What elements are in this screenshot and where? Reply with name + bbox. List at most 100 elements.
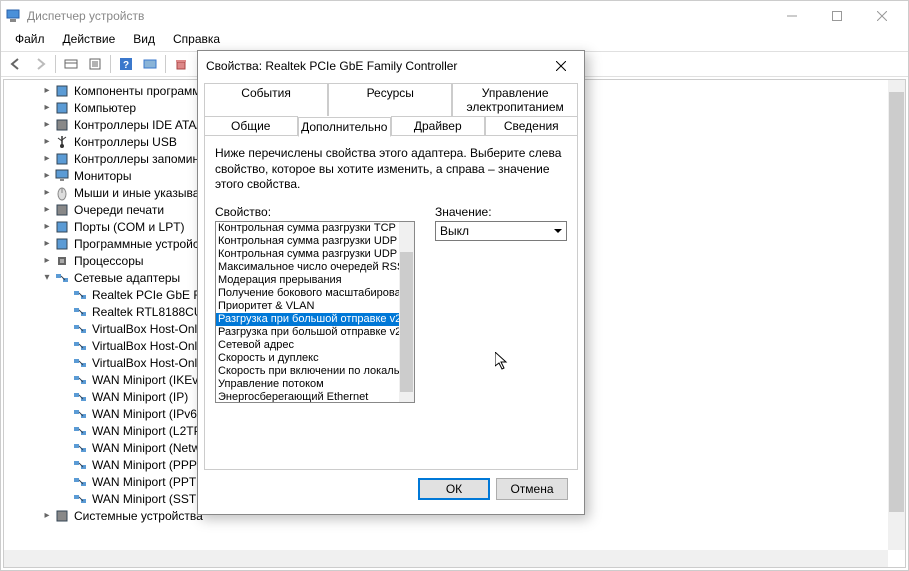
menu-help[interactable]: Справка <box>165 31 228 51</box>
monitor-icon <box>54 168 70 184</box>
chevron-icon: ▸ <box>40 170 54 181</box>
advanced-description: Ниже перечислены свойства этого адаптера… <box>215 146 567 193</box>
tab-resources[interactable]: Ресурсы <box>328 83 452 116</box>
properties-dialog: Свойства: Realtek PCIe GbE Family Contro… <box>197 50 585 515</box>
net-icon <box>72 287 88 303</box>
tree-item-label: Системные устройства <box>74 509 203 523</box>
chevron-icon: ▸ <box>40 119 54 130</box>
tab-advanced[interactable]: Дополнительно <box>298 117 392 137</box>
property-option[interactable]: Скорость при включении по локальн <box>216 365 414 378</box>
net-icon <box>72 355 88 371</box>
chevron-icon: ▸ <box>40 510 54 521</box>
dialog-tabs: События Ресурсы Управление электропитани… <box>204 83 578 136</box>
dialog-title: Свойства: Realtek PCIe GbE Family Contro… <box>206 59 546 73</box>
property-option[interactable]: Модерация прерывания <box>216 274 414 287</box>
value-combobox[interactable]: Выкл <box>435 221 567 241</box>
property-option[interactable]: Контрольная сумма разгрузки TCP <box>216 222 414 235</box>
net-icon <box>72 304 88 320</box>
usb-icon <box>54 134 70 150</box>
ok-button[interactable]: ОК <box>418 478 490 500</box>
listbox-scrollbar[interactable] <box>399 222 414 402</box>
computer-icon <box>54 100 70 116</box>
value-text: Выкл <box>440 224 469 238</box>
property-label: Свойство: <box>215 205 415 219</box>
tree-item-label: Процессоры <box>74 254 144 268</box>
tab-panel-advanced: Ниже перечислены свойства этого адаптера… <box>204 135 578 470</box>
tree-item-label: Контроллеры USB <box>74 135 177 149</box>
app-icon <box>5 8 21 24</box>
tree-item-label: WAN Miniport (IP) <box>92 390 188 404</box>
net-icon <box>72 474 88 490</box>
tree-item-label: WAN Miniport (PPP <box>92 458 197 472</box>
tab-details[interactable]: Сведения <box>485 116 579 136</box>
chevron-icon: ▾ <box>40 272 54 283</box>
cpu-icon <box>54 253 70 269</box>
menu-file[interactable]: Файл <box>7 31 53 51</box>
chevron-down-icon <box>554 224 562 238</box>
property-option[interactable]: Получение бокового масштабирован <box>216 287 414 300</box>
tree-item-label: WAN Miniport (IPv6) <box>92 407 201 421</box>
property-option[interactable]: Контрольная сумма разгрузки UDP <box>216 248 414 261</box>
net-icon <box>72 491 88 507</box>
tree-item-label: Realtek RTL8188CU V <box>92 305 214 319</box>
maximize-button[interactable] <box>814 2 859 30</box>
tab-power[interactable]: Управление электропитанием <box>452 83 578 116</box>
show-hidden-button[interactable] <box>60 53 82 75</box>
property-option[interactable]: Максимальное число очередей RSS <box>216 261 414 274</box>
uninstall-button[interactable] <box>170 53 192 75</box>
tree-item-label: Компьютер <box>74 101 136 115</box>
property-option[interactable]: Управление потоком <box>216 378 414 391</box>
chevron-icon: ▸ <box>40 85 54 96</box>
tree-item-label: VirtualBox Host-Onl <box>92 339 197 353</box>
tree-item-label: Контроллеры запомин <box>74 152 199 166</box>
chevron-icon: ▸ <box>40 102 54 113</box>
chevron-icon: ▸ <box>40 238 54 249</box>
tree-item-label: WAN Miniport (L2TP <box>92 424 202 438</box>
property-option[interactable]: Скорость и дуплекс <box>216 352 414 365</box>
forward-button[interactable] <box>29 53 51 75</box>
tree-item-label: WAN Miniport (PPTP <box>92 475 204 489</box>
horizontal-scrollbar[interactable] <box>4 550 888 567</box>
tab-events[interactable]: События <box>204 83 328 116</box>
ide-icon <box>54 117 70 133</box>
property-option[interactable]: Энергосберегающий Ethernet <box>216 391 414 403</box>
net-icon <box>72 423 88 439</box>
tab-general[interactable]: Общие <box>204 116 298 136</box>
tree-item-label: Контроллеры IDE ATA/ <box>74 118 200 132</box>
net-icon <box>72 406 88 422</box>
net-icon <box>72 338 88 354</box>
chevron-icon: ▸ <box>40 153 54 164</box>
properties-button[interactable] <box>84 53 106 75</box>
chevron-icon: ▸ <box>40 187 54 198</box>
software-icon <box>54 236 70 252</box>
cancel-button[interactable]: Отмена <box>496 478 568 500</box>
menu-action[interactable]: Действие <box>55 31 124 51</box>
help-button[interactable]: ? <box>115 53 137 75</box>
tree-item-label: WAN Miniport (Netw <box>92 441 200 455</box>
chevron-icon: ▸ <box>40 204 54 215</box>
net-icon <box>72 372 88 388</box>
port-icon <box>54 219 70 235</box>
menubar: Файл Действие Вид Справка <box>1 31 908 51</box>
software-icon <box>54 83 70 99</box>
property-option[interactable]: Приоритет & VLAN <box>216 300 414 313</box>
vertical-scrollbar[interactable] <box>888 80 905 550</box>
tree-item-label: VirtualBox Host-Onl <box>92 356 197 370</box>
tree-item-label: WAN Miniport (SSTP) <box>92 492 208 506</box>
minimize-button[interactable] <box>769 2 814 30</box>
property-option[interactable]: Разгрузка при большой отправке v2 <box>216 313 414 326</box>
close-button[interactable] <box>859 2 904 30</box>
tree-item-label: Сетевые адаптеры <box>74 271 180 285</box>
property-option[interactable]: Контрольная сумма разгрузки UDP <box>216 235 414 248</box>
dialog-close-button[interactable] <box>546 53 576 79</box>
property-option[interactable]: Разгрузка при большой отправке v2 <box>216 326 414 339</box>
window-title: Диспетчер устройств <box>27 9 769 23</box>
tab-driver[interactable]: Драйвер <box>391 116 485 136</box>
scan-button[interactable] <box>139 53 161 75</box>
back-button[interactable] <box>5 53 27 75</box>
property-option[interactable]: Сетевой адрес <box>216 339 414 352</box>
net-icon <box>72 457 88 473</box>
system-icon <box>54 508 70 524</box>
property-listbox[interactable]: Контрольная сумма разгрузки TCPКонтрольн… <box>215 221 415 403</box>
menu-view[interactable]: Вид <box>125 31 163 51</box>
